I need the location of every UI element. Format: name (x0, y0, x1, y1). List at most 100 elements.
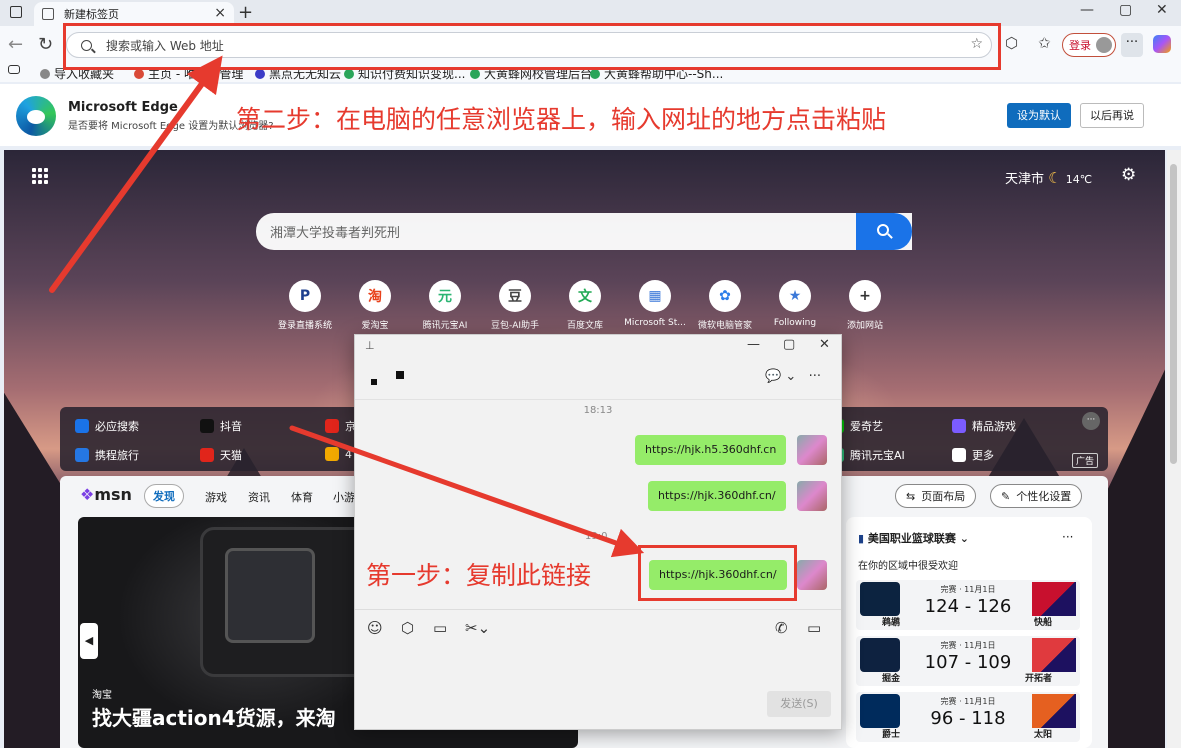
gear-icon[interactable]: ⚙ (1121, 165, 1136, 185)
copilot-icon[interactable] (1153, 35, 1171, 53)
personalize-label: 个性化设置 (1016, 490, 1072, 503)
close-window-icon[interactable]: ✕ (1156, 2, 1168, 18)
quick-link[interactable]: 豆豆包-AI助手 (480, 280, 550, 331)
nav-link-icon (200, 448, 214, 462)
nav-link[interactable]: 携程旅行 (75, 447, 139, 463)
team-left: 掘金 (882, 674, 901, 684)
newtab-icon (42, 8, 54, 20)
edge-logo-icon (16, 96, 56, 136)
team-right: 开拓者 (1024, 674, 1052, 684)
bookmark-icon (134, 68, 144, 79)
web-search-button[interactable] (856, 213, 912, 250)
quick-link-label: 豆包-AI助手 (490, 321, 540, 331)
emoji-icon[interactable]: ☺ (367, 619, 383, 637)
quick-link-icon: ▦ (639, 280, 671, 312)
refresh-icon[interactable]: ↻ (38, 34, 53, 55)
nba-more-icon[interactable]: ··· (1062, 530, 1073, 544)
extensions-icon[interactable]: ⬡ (1005, 34, 1018, 52)
reading-icon[interactable] (8, 65, 20, 74)
nav-link[interactable]: 必应搜索 (75, 418, 139, 434)
phone-icon[interactable]: ✆ (775, 619, 788, 637)
feed-tab-1[interactable]: 游戏 (205, 489, 227, 505)
avatar (1096, 37, 1112, 53)
quick-link[interactable]: 文百度文库 (550, 280, 620, 331)
close-icon[interactable]: × (214, 5, 226, 21)
bookmark-icon (40, 68, 50, 79)
set-default-button[interactable]: 设为默认 (1007, 103, 1071, 128)
restore-icon[interactable]: ▢ (1119, 2, 1132, 18)
sender-avatar (797, 481, 827, 511)
minimize-icon[interactable]: — (1080, 2, 1094, 18)
weather-widget[interactable]: 天津市 ☾ 14℃ (1005, 168, 1092, 187)
quick-link[interactable]: ✿ 微软电脑管家 (690, 280, 760, 331)
nba-game[interactable]: 完赛 · 11月1日 96 - 118 爵士 太阳 (856, 692, 1080, 742)
quick-link[interactable]: 淘爱淘宝 (340, 280, 410, 331)
feed-tab-4[interactable]: 小游 (333, 489, 355, 505)
scissors-icon[interactable]: ✂⌄ (465, 619, 490, 637)
nav-link[interactable]: 4 (325, 447, 352, 461)
nav-link-label: 精品游戏 (972, 420, 1016, 433)
personalize-button[interactable]: ✎ 个性化设置 (990, 484, 1083, 508)
search-icon (877, 224, 889, 236)
feed-tab-2[interactable]: 资讯 (248, 489, 270, 505)
scrollbar[interactable] (1167, 150, 1181, 748)
quick-link-label: 爱淘宝 (361, 321, 389, 331)
message-bubble[interactable]: https://hjk.360dhf.cn/ (648, 481, 786, 511)
chat-time-2: 19:0 (585, 531, 608, 542)
card-source: 淘宝 (92, 690, 112, 701)
quick-link[interactable]: ★ Following (760, 280, 830, 328)
quick-link-label: 腾讯元宝AI (422, 321, 468, 331)
message-bubble[interactable]: https://hjk.h5.360dhf.cn (635, 435, 787, 465)
nba-game[interactable]: 完赛 · 11月1日 107 - 109 掘金 开拓者 (856, 636, 1080, 686)
web-search-placeholder: 湘潭大学投毒者判死刑 (270, 226, 401, 241)
apps-grid-icon[interactable] (32, 168, 48, 184)
new-tab-button[interactable]: + (238, 2, 253, 23)
layout-button[interactable]: ⇆ 页面布局 (895, 484, 977, 508)
web-search-input[interactable]: 湘潭大学投毒者判死刑 (256, 213, 912, 250)
quick-link[interactable]: + 添加网站 (830, 280, 900, 331)
nav-link[interactable]: 天猫 (200, 447, 242, 463)
pin-icon[interactable]: ⊥ (365, 339, 375, 352)
send-button[interactable]: 发送(S) (767, 691, 831, 717)
nav-link-label: 更多 (972, 449, 994, 462)
nav-link[interactable]: 抖音 (200, 418, 242, 434)
bookmark-icon (344, 68, 354, 79)
nav-link-icon (952, 448, 966, 462)
feed-tab-3[interactable]: 体育 (291, 489, 313, 505)
annotation-box-link (638, 545, 797, 601)
more-menu-button[interactable]: ··· (1121, 33, 1143, 57)
nav-link[interactable]: 京 (325, 418, 356, 434)
back-icon[interactable]: ← (8, 34, 23, 55)
tab-actions-icon[interactable] (10, 6, 22, 18)
folder-icon[interactable]: ▭ (433, 619, 447, 637)
msn-logo[interactable]: ❖msn (80, 485, 132, 504)
quick-link[interactable]: 元腾讯元宝AI (410, 280, 480, 331)
later-button[interactable]: 以后再说 (1080, 103, 1144, 128)
chat-tools[interactable]: 💬 ⌄ ··· (765, 369, 821, 384)
annotation-step2: 第二步：在电脑的任意浏览器上，输入网址的地方点击粘贴 (236, 105, 887, 134)
feed-tab-0[interactable]: 发现 (144, 484, 184, 508)
banner-title: Microsoft Edge (68, 100, 178, 115)
weather-temp: 14℃ (1065, 173, 1093, 186)
nav-link[interactable]: 精品游戏 (952, 418, 1016, 434)
video-icon[interactable]: ▭ (807, 619, 821, 637)
tab-title: 新建标签页 (64, 8, 119, 21)
chat-bubble-icon[interactable]: 💬 (765, 369, 781, 384)
bookmark-icon (255, 68, 265, 79)
chat-close-icon[interactable]: ✕ (819, 337, 830, 352)
carousel-prev-icon[interactable]: ◀ (80, 623, 98, 659)
card-title[interactable]: 找大疆action4货源，来淘 (92, 702, 336, 731)
nba-title[interactable]: ▮ 美国职业篮球联赛 ⌄ (858, 530, 969, 546)
game-date: 完赛 · 11月1日 (940, 697, 996, 706)
cube-icon[interactable]: ⬡ (401, 619, 414, 637)
favorites-icon[interactable]: ✩ (1038, 34, 1051, 52)
chat-maximize-icon[interactable]: ▢ (783, 337, 795, 352)
nav-more-icon[interactable]: ··· (1082, 412, 1100, 430)
quick-link[interactable]: P 登录直播系统 (270, 280, 340, 331)
nba-game[interactable]: 完赛 · 11月1日 124 - 126 鹈鹕 快船 (856, 580, 1080, 630)
chat-minimize-icon[interactable]: — (747, 337, 760, 352)
chat-more-icon[interactable]: ··· (809, 369, 821, 384)
quick-link[interactable]: ▦ Microsoft St... (620, 280, 690, 328)
nav-link[interactable]: 更多 (952, 447, 994, 463)
login-button[interactable]: 登录 (1062, 33, 1116, 57)
